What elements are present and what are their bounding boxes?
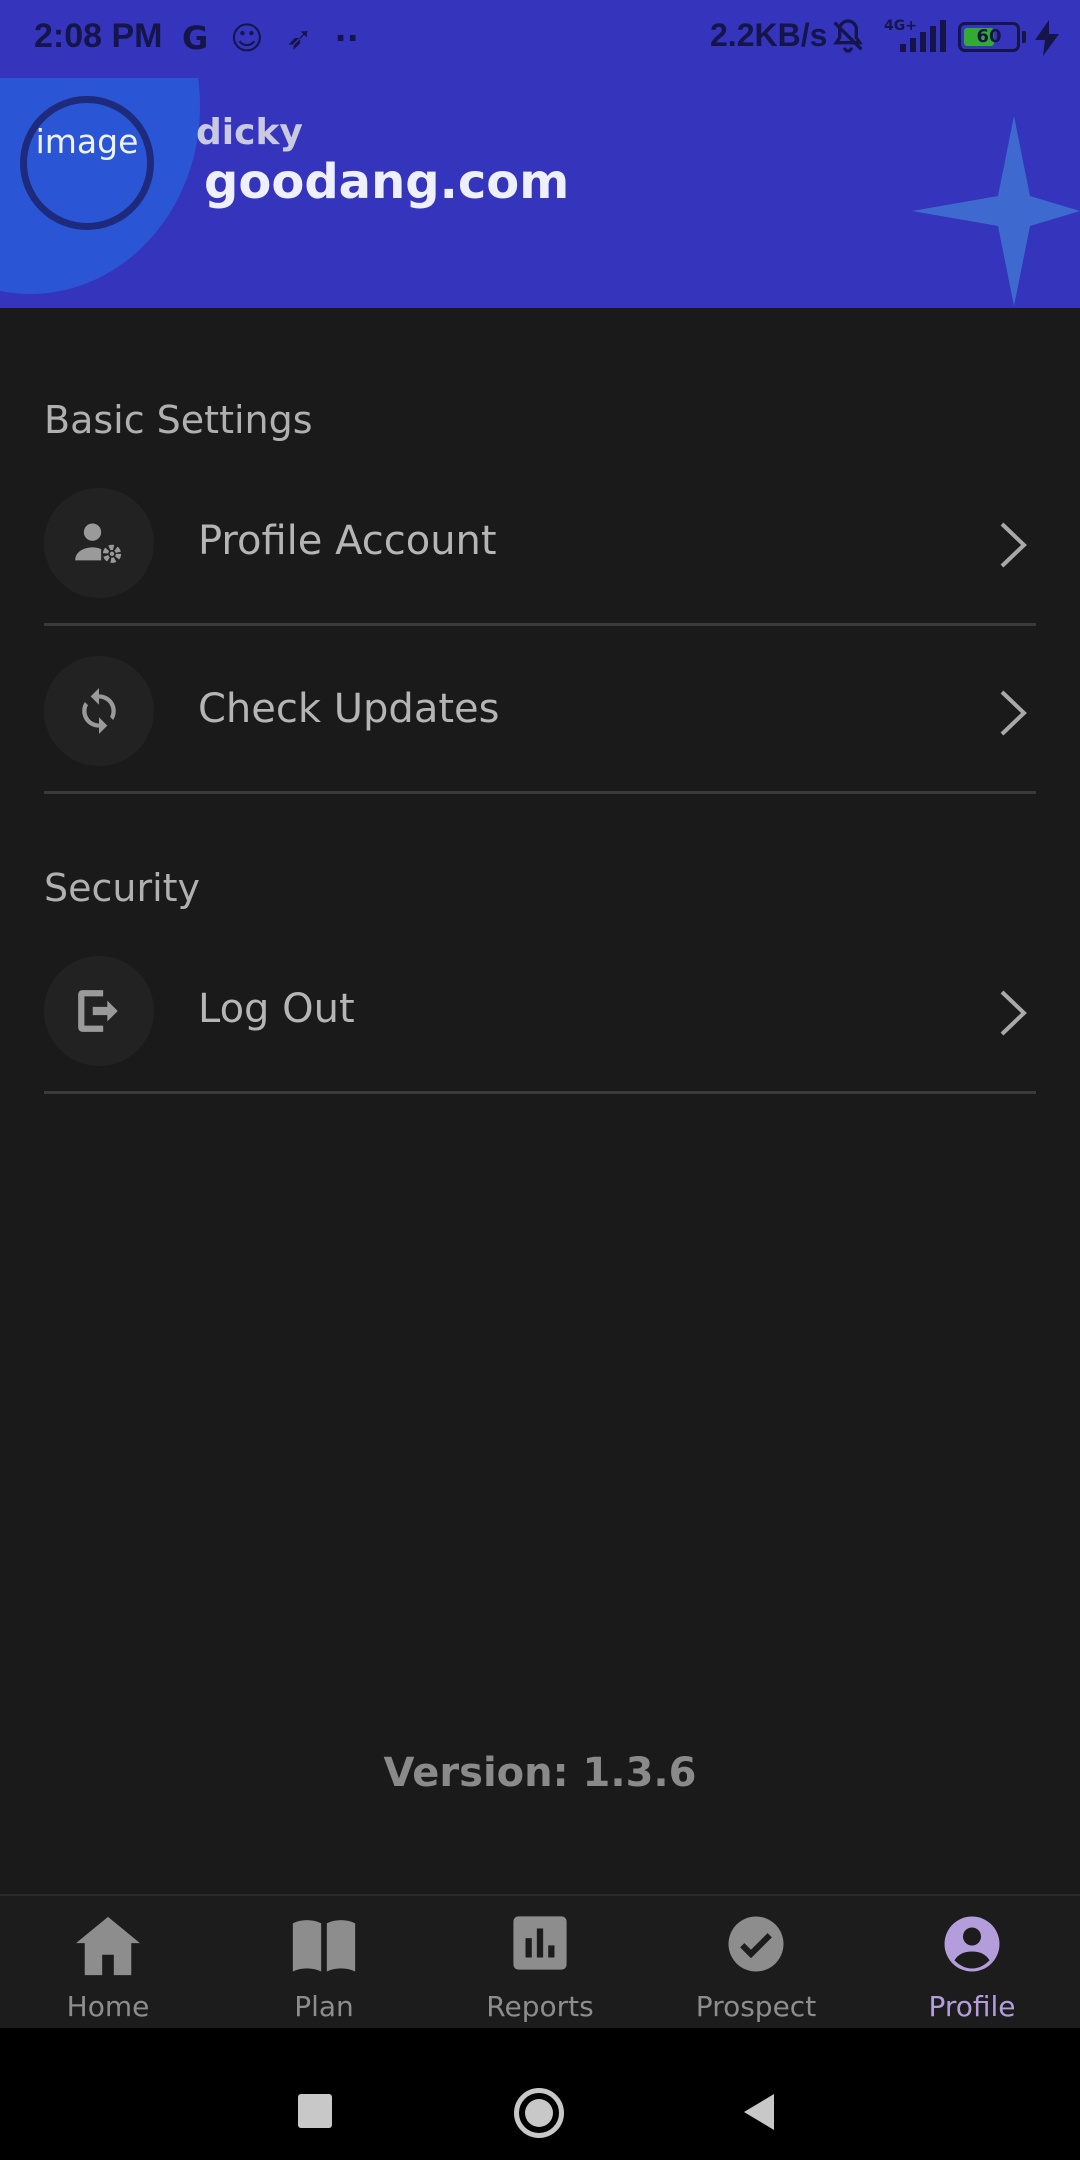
bird-icon: ➶	[285, 19, 313, 57]
account-circle-icon	[944, 1916, 1000, 1972]
chevron-right-icon	[1000, 990, 1027, 1036]
chevron-right-icon	[1000, 690, 1027, 736]
nav-label: Home	[66, 1990, 150, 2023]
more-notifications-icon: ··	[334, 19, 359, 57]
settings-item-label: Profile Account	[198, 518, 497, 564]
charging-icon	[1035, 20, 1059, 56]
divider	[44, 791, 1036, 794]
status-bar: 2:08 PM G ☺ ➶ ·· 2.2KB/s 4G+ 60	[0, 0, 1080, 78]
bar-chart-icon	[513, 1916, 567, 1970]
nav-label: Prospect	[695, 1990, 817, 2023]
bell-muted-icon	[833, 19, 863, 53]
book-icon	[292, 1920, 356, 1972]
nav-item-plan[interactable]: Plan	[216, 1896, 432, 2030]
logout-icon	[78, 990, 118, 1032]
system-navigation-bar	[0, 2028, 1080, 2160]
notification-icons: G ☺ ➶ ··	[182, 18, 359, 58]
battery-percent: 60	[976, 26, 1002, 47]
divider	[44, 1091, 1036, 1094]
username: dicky	[196, 112, 303, 153]
google-icon: G	[182, 19, 209, 57]
recent-apps-button[interactable]	[298, 2094, 332, 2128]
section-title-basic-settings: Basic Settings	[44, 398, 313, 442]
avatar-alt-text: image	[35, 122, 139, 161]
status-time: 2:08 PM	[34, 17, 163, 55]
home-icon	[76, 1916, 140, 1976]
signal-icon	[900, 20, 946, 52]
nav-item-prospect[interactable]: Prospect	[648, 1896, 864, 2030]
home-button[interactable]	[514, 2088, 564, 2138]
profile-header: image dicky goodang.com	[0, 78, 1080, 308]
company-name: goodang.com	[204, 154, 570, 210]
app-notification-icon: ☺	[230, 19, 264, 57]
nav-label: Profile	[928, 1990, 1016, 2023]
nav-item-reports[interactable]: Reports	[432, 1896, 648, 2030]
avatar[interactable]	[20, 96, 154, 230]
battery-icon: 60	[958, 22, 1020, 52]
bottom-navigation: Home Plan Reports Prospect Profile	[0, 1894, 1080, 2028]
chevron-right-icon	[1000, 522, 1027, 568]
section-title-security: Security	[44, 866, 201, 910]
check-circle-icon	[728, 1916, 784, 1972]
nav-label: Plan	[294, 1990, 354, 2023]
user-gear-icon	[75, 523, 122, 563]
nav-label: Reports	[486, 1990, 594, 2023]
back-button[interactable]	[742, 2092, 776, 2132]
settings-item-label: Check Updates	[198, 686, 500, 732]
nav-item-home[interactable]: Home	[0, 1896, 216, 2030]
network-speed: 2.2KB/s	[710, 17, 828, 53]
sparkle-star-icon	[912, 116, 1080, 306]
settings-item-check-updates[interactable]: Check Updates	[44, 626, 1036, 794]
settings-item-profile-account[interactable]: Profile Account	[44, 458, 1036, 626]
settings-item-label: Log Out	[198, 986, 355, 1032]
settings-item-log-out[interactable]: Log Out	[44, 926, 1036, 1094]
nav-item-profile[interactable]: Profile	[864, 1896, 1080, 2030]
sync-icon	[82, 688, 116, 734]
app-version: Version: 1.3.6	[383, 1750, 697, 1796]
